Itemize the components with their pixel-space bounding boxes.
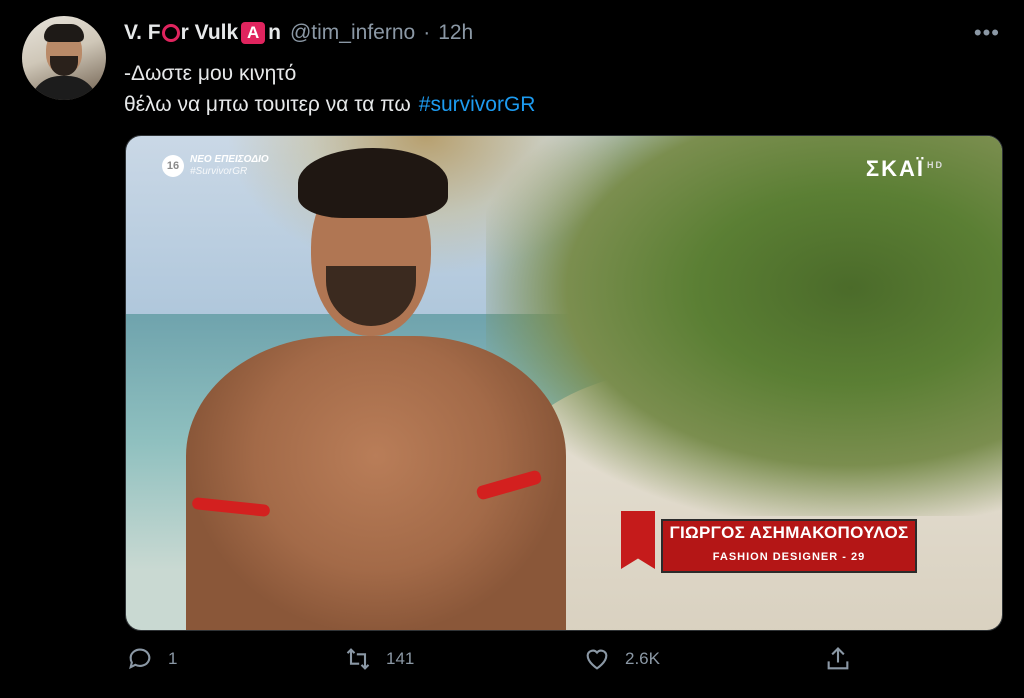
- network-logo: ΣΚΑΪ HD: [865, 156, 944, 181]
- tweet-actions: 1 141 2.6K: [126, 645, 1006, 685]
- hashtag-link[interactable]: #survivorGR: [419, 93, 536, 116]
- tweet[interactable]: V. Fr Vulk An @tim_inferno · 12h ••• -Δωσ…: [0, 0, 1024, 698]
- reply-button[interactable]: 1: [126, 645, 177, 673]
- red-circle-emoji-icon: [161, 24, 180, 42]
- retweet-icon: [346, 648, 370, 670]
- tweet-text-line-2: θέλω να μπω τουιτερ να τα πω #survivorGR: [124, 93, 536, 116]
- heart-icon: [586, 649, 608, 670]
- retweet-count: 141: [386, 649, 415, 668]
- caption-subtitle: FASHION DESIGNER - 29: [712, 551, 866, 563]
- caption-name: ΓΙΩΡΓΟΣ ΑΣΗΜΑΚΟΠΟΥΛΟΣ: [669, 523, 909, 542]
- share-button[interactable]: [824, 645, 852, 673]
- flag-icon: [621, 511, 655, 569]
- tweet-timestamp[interactable]: 12h: [438, 21, 473, 45]
- channel-number-icon: 16: [162, 155, 184, 177]
- like-button[interactable]: 2.6K: [583, 645, 660, 673]
- retweet-button[interactable]: 141: [344, 645, 414, 673]
- a-button-emoji-icon: A: [241, 22, 266, 44]
- share-icon: [827, 647, 849, 670]
- separator-dot: ·: [423, 21, 431, 44]
- lower-third-caption: ΓΙΩΡΓΟΣ ΑΣΗΜΑΚΟΠΟΥΛΟΣ FASHION DESIGNER -…: [621, 511, 917, 577]
- user-handle[interactable]: @tim_inferno: [290, 21, 415, 45]
- reply-count: 1: [168, 649, 178, 668]
- badge-line-1: ΝΕΟ ΕΠΕΙΣΟΔΙΟ: [190, 154, 269, 165]
- tweet-header: V. Fr Vulk An @tim_inferno · 12h: [124, 18, 473, 48]
- more-options-icon[interactable]: •••: [974, 20, 1000, 46]
- tweet-media-image[interactable]: 16 ΝΕΟ ΕΠΕΙΣΟΔΙΟ #SurvivorGR ΣΚΑΪ HD ΓΙΩΡ…: [125, 135, 1003, 631]
- episode-badge: 16 ΝΕΟ ΕΠΕΙΣΟΔΙΟ #SurvivorGR: [162, 154, 269, 178]
- reply-icon: [129, 648, 151, 670]
- like-count: 2.6K: [625, 649, 660, 668]
- avatar[interactable]: [22, 16, 106, 100]
- tweet-text: -Δωστε μου κινητό θέλω να μπω τουιτερ να…: [124, 58, 535, 120]
- tweet-text-line-1: -Δωστε μου κινητό: [124, 62, 297, 85]
- display-name[interactable]: V. Fr Vulk An: [124, 21, 281, 45]
- badge-line-2: #SurvivorGR: [190, 166, 248, 177]
